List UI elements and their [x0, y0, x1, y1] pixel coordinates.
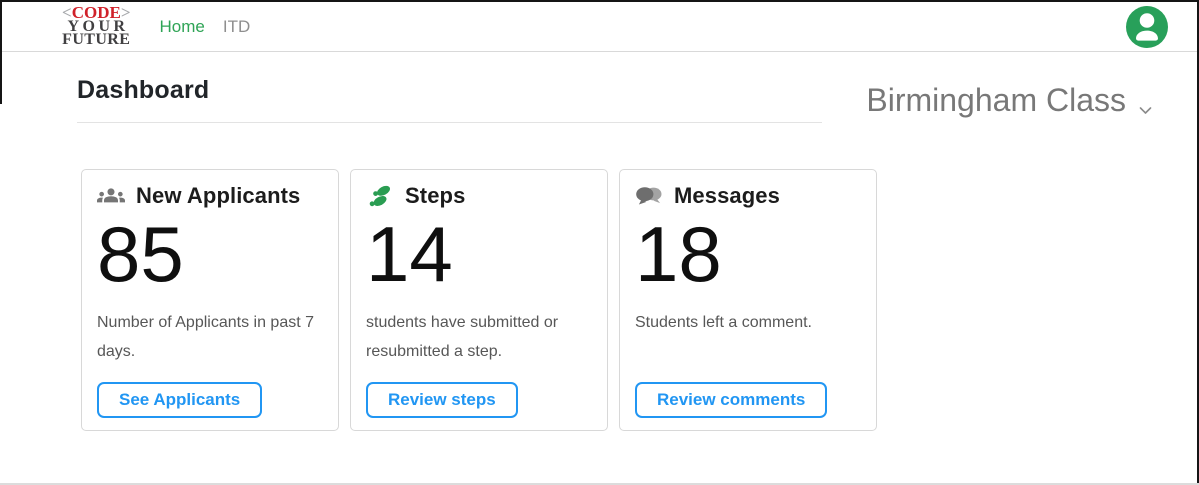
review-steps-button[interactable]: Review steps	[366, 382, 518, 418]
header-left: Dashboard	[77, 76, 822, 123]
card-description: students have submitted or resubmitted a…	[366, 309, 592, 367]
class-selector-label: Birmingham Class	[866, 82, 1126, 119]
review-comments-button[interactable]: Review comments	[635, 382, 827, 418]
card-head: Steps	[366, 183, 592, 209]
card-button-row: Review steps	[366, 382, 592, 418]
card-description: Number of Applicants in past 7 days.	[97, 309, 323, 367]
code-your-future-logo[interactable]: <CODE> YOUR FUTURE	[62, 6, 131, 47]
card-button-row: Review comments	[635, 382, 861, 418]
card-value: 85	[97, 214, 323, 296]
card-head: Messages	[635, 183, 861, 209]
navbar: <CODE> YOUR FUTURE Home ITD	[0, 0, 1199, 52]
chat-bubbles-icon	[635, 186, 663, 207]
nav-link-itd[interactable]: ITD	[223, 17, 250, 37]
card-steps: Steps 14 students have submitted or resu…	[350, 169, 608, 431]
card-title: New Applicants	[136, 183, 300, 209]
card-description: Students left a comment.	[635, 309, 861, 338]
page-title: Dashboard	[77, 76, 822, 105]
card-messages: Messages 18 Students left a comment. Rev…	[619, 169, 877, 431]
card-button-row: See Applicants	[97, 382, 323, 418]
window-edge-left	[0, 0, 2, 104]
card-title: Steps	[405, 183, 465, 209]
card-value: 18	[635, 214, 861, 296]
window-edge-top	[0, 0, 1199, 2]
header-row: Dashboard Birmingham Class	[77, 76, 1152, 123]
user-avatar-icon[interactable]	[1125, 5, 1169, 49]
main-content: Dashboard Birmingham Class New Applicant…	[0, 52, 1199, 431]
chevron-down-icon	[1139, 86, 1152, 123]
footsteps-icon	[366, 184, 394, 208]
card-title: Messages	[674, 183, 780, 209]
card-new-applicants: New Applicants 85 Number of Applicants i…	[81, 169, 339, 431]
stats-cards-row: New Applicants 85 Number of Applicants i…	[81, 169, 1152, 431]
title-divider	[77, 122, 822, 123]
nav-link-home[interactable]: Home	[160, 17, 205, 37]
people-group-icon	[97, 186, 125, 207]
logo-word-future: FUTURE	[62, 33, 130, 47]
see-applicants-button[interactable]: See Applicants	[97, 382, 262, 418]
nav-links: Home ITD	[160, 17, 251, 37]
class-selector-dropdown[interactable]: Birmingham Class	[866, 78, 1152, 123]
card-head: New Applicants	[97, 183, 323, 209]
card-value: 14	[366, 214, 592, 296]
